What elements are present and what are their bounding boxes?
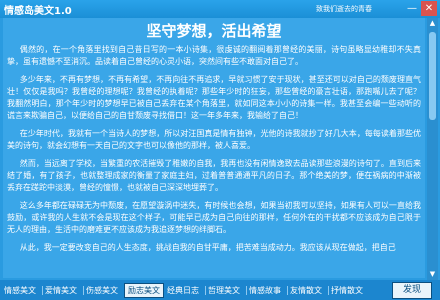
category-bar: 情感美文 爱情美文 伤感美文 励志美文 经典日志 哲理美文 情感故事 友情散文 … [0,280,440,300]
tab-classic-diary[interactable]: 经典日志 [167,284,199,297]
tab-divider [287,286,288,295]
tab-divider [42,286,43,295]
article-paragraph-2: 多少年来，不再有梦想，不再有希望，不再向往不再追求，早就习惯了安于现状，甚至还可… [7,75,421,120]
article-paragraph-1: 偶然的，在一个角落里找到自己昔日写的一本小诗集，很虔诚的翻阅着那曾经的美丽，诗句… [7,45,421,66]
tab-love[interactable]: 爱情美文 [45,284,77,297]
tab-philosophy[interactable]: 哲理美文 [208,284,240,297]
tab-divider [328,286,329,295]
article-paragraph-4: 然而，当远离了学校，当繁重的农活摧毁了稚嫩的自我，我再也没有闲情逸致去品读那些浪… [7,159,421,192]
article-paragraph-5: 这么多年都在碌碌无为中颓废，在愿望漩涡中迷失，有时候也会想，如果当初我可以坚持，… [7,201,421,234]
vertical-scrollbar[interactable]: ▲ ▼ [427,18,438,280]
minimize-button[interactable]: — [404,1,420,16]
tab-sad[interactable]: 伤感美文 [86,284,118,297]
find-button[interactable]: 发现 [392,282,432,299]
window-subtitle: 致我们逝去的青春 [316,5,372,13]
article-title: 坚守梦想，活出希望 [146,22,282,40]
article-paragraph-3: 在少年时代，我就有一个当诗人的梦想，所以对汪国真是情有独钟，光他的诗我就抄了好几… [7,129,421,150]
article-body: 偶然的，在一个角落里找到自己昔日写的一本小诗集，很虔诚的翻阅着那曾经的美丽，诗句… [7,44,421,260]
scroll-up-icon[interactable]: ▲ [427,18,438,29]
tab-divider [83,286,84,295]
tab-friendship[interactable]: 友情散文 [290,284,322,297]
app-window: 情感岛美文1.0 致我们逝去的青春 — ✕ 坚守梦想，活出希望 偶然的，在一个角… [0,0,440,300]
app-title: 情感岛美文1.0 [4,6,72,17]
scroll-down-icon[interactable]: ▼ [427,269,438,280]
tab-inspirational[interactable]: 励志美文 [124,283,164,298]
tab-divider [246,286,247,295]
tab-love-story[interactable]: 情感故事 [249,284,281,297]
tab-emotion[interactable]: 情感美文 [4,284,36,297]
article-view[interactable]: 坚守梦想，活出希望 偶然的，在一个角落里找到自己昔日写的一本小诗集，很虔诚的翻阅… [3,18,425,278]
scroll-thumb[interactable] [429,32,436,120]
article-paragraph-6: 从此，我一定要改变自己的人生态度，挑战自我的自甘平庸，把苦难当成动力。我应该从现… [19,243,396,252]
title-bar[interactable]: 情感岛美文1.0 致我们逝去的青春 — ✕ [0,0,440,18]
close-button[interactable]: ✕ [421,1,437,16]
tab-divider [205,286,206,295]
tab-lyrical[interactable]: 抒情散文 [331,284,363,297]
